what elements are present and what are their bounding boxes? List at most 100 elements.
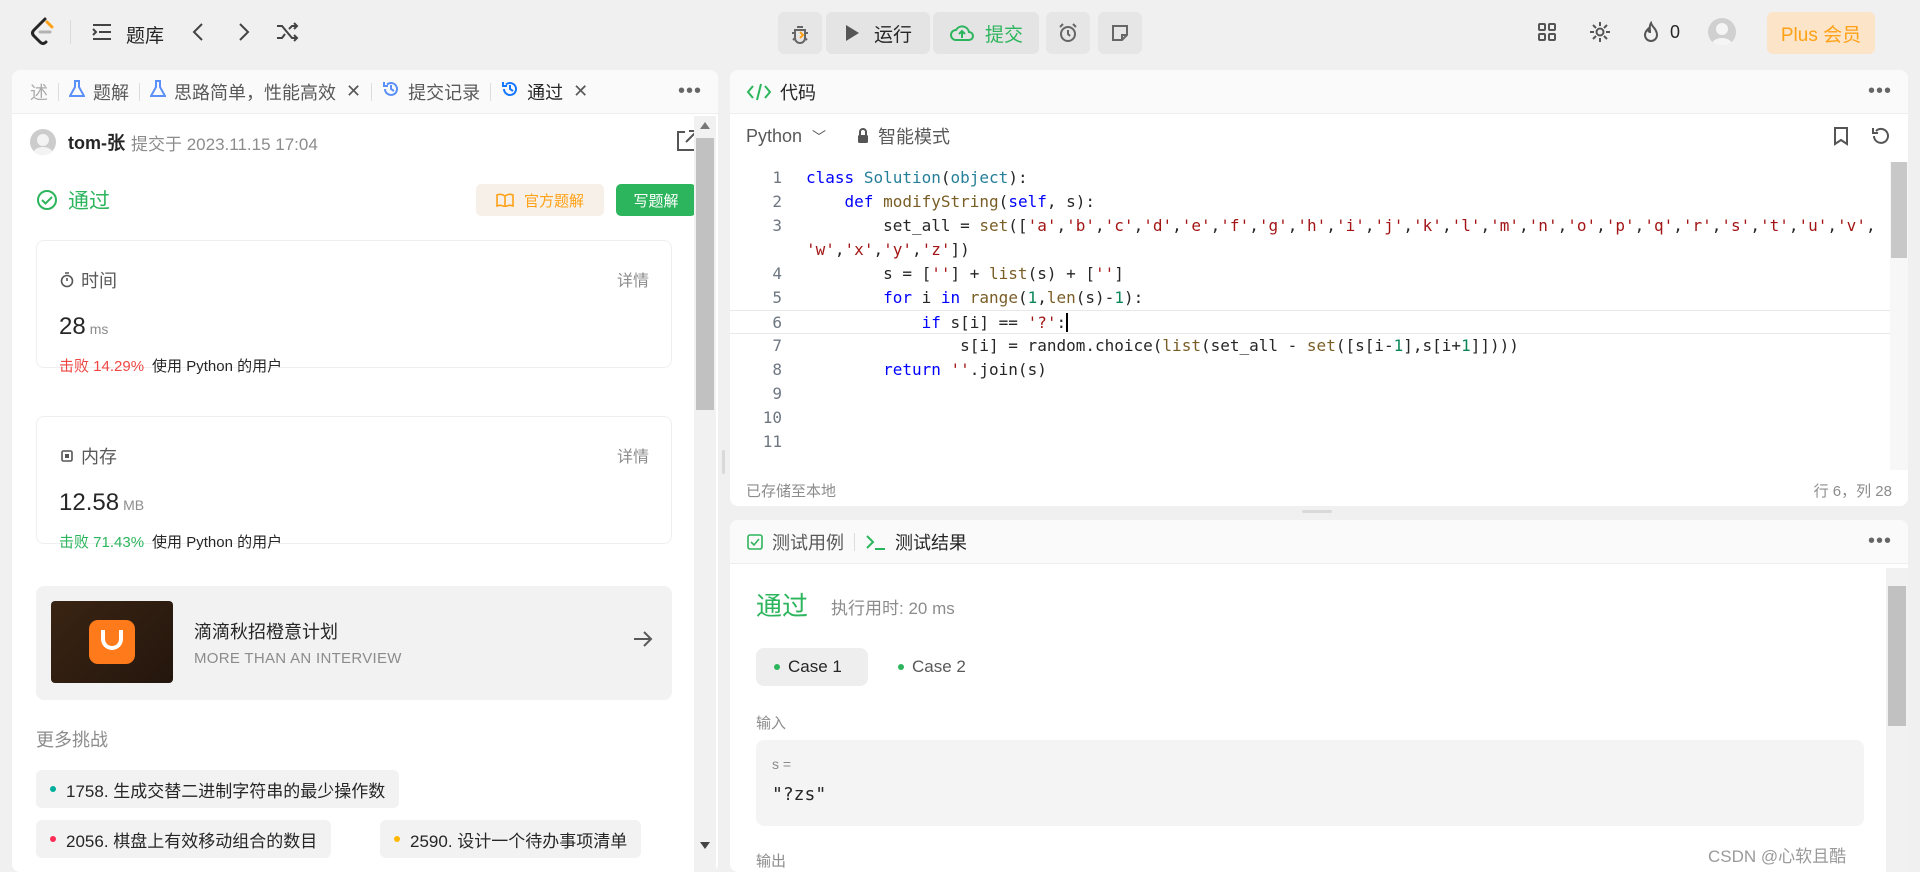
close-icon[interactable]: ✕ [573, 81, 588, 102]
watermark: CSDN @心软且酷 [1708, 847, 1847, 866]
case-2-tab[interactable]: Case 2 [880, 648, 992, 686]
code-line: 7 s[i] = random.choice(list(set_all - se… [730, 334, 1890, 358]
submit-label: 提交 [984, 24, 1023, 46]
input-variable: s = [772, 756, 792, 772]
output-label: 输出 [756, 853, 787, 870]
code-scrollbar-thumb[interactable] [1891, 162, 1907, 258]
chevron-left-icon[interactable] [186, 20, 210, 44]
code-line: 10 [730, 406, 1890, 430]
code-line: 'w','x','y','z']) [806, 240, 970, 259]
line-number: 4 [772, 264, 782, 283]
gear-icon[interactable] [1588, 20, 1612, 44]
result-status: 通过 [756, 591, 809, 621]
avatar[interactable] [1708, 18, 1736, 46]
code-line: 9 [730, 382, 1890, 406]
line-number: 6 [772, 313, 782, 332]
reset-icon[interactable] [1870, 126, 1892, 146]
result-scrollbar-thumb[interactable] [1888, 586, 1906, 726]
cloud-upload-icon [950, 25, 974, 41]
shuffle-icon[interactable] [274, 20, 300, 44]
promo-subtitle: MORE THAN AN INTERVIEW [194, 650, 402, 667]
smart-mode-label: 智能模式 [878, 127, 951, 147]
check-circle-icon [37, 190, 57, 210]
runtime-card[interactable]: 时间 详情 28 ms 击败 14.29% 使用 Python 的用户 [36, 240, 672, 375]
tab-accepted-label: 通过 [527, 82, 564, 103]
language-label: Python [746, 125, 803, 146]
streak-count: 0 [1670, 22, 1681, 42]
challenge-item[interactable]: 2056. 棋盘上有效移动组合的数目 [36, 820, 332, 858]
line-number: 5 [772, 288, 782, 307]
tab-solutions[interactable]: 题解 [59, 70, 139, 114]
runtime-detail-link[interactable]: 详情 [617, 267, 649, 291]
flame-icon[interactable] [1640, 20, 1662, 44]
result-panel: 测试用例 测试结果 ••• 通过 执行用时: 20 ms Case 1 Case… [730, 520, 1908, 872]
tab-solution-article[interactable]: 思路简单，性能高效 ✕ [140, 70, 371, 114]
scroll-up-icon[interactable] [700, 122, 710, 129]
notes-button[interactable] [1098, 12, 1142, 54]
tab-submissions[interactable]: 提交记录 [372, 70, 490, 114]
list-icon[interactable] [90, 20, 114, 44]
code-editor[interactable]: 1 class Solution(object): 2 def modifyStr… [730, 166, 1890, 466]
runtime-beat-text: 使用 Python 的用户 [152, 358, 283, 375]
run-label: 运行 [873, 24, 912, 46]
official-solution-button[interactable]: 官方题解 [476, 184, 604, 216]
tab-accepted[interactable]: 通过 ✕ [491, 70, 598, 114]
memory-value: 12.58 MB [59, 489, 144, 517]
write-solution-button[interactable]: 写题解 [616, 184, 696, 216]
tab-code[interactable]: 代码 [730, 70, 826, 114]
bookmark-icon[interactable] [1832, 126, 1850, 146]
arrow-right-icon [632, 628, 654, 654]
code-toolbar: Python ﹀ 智能模式 [730, 114, 1908, 158]
timer-button[interactable] [1046, 12, 1090, 54]
close-icon[interactable]: ✕ [346, 81, 361, 102]
runtime-unit: ms [89, 321, 109, 337]
cursor-position: 行 6，列 28 [1813, 483, 1892, 500]
pass-dot [774, 664, 780, 670]
tab-description[interactable]: 述 [12, 70, 58, 114]
memory-detail-link[interactable]: 详情 [617, 443, 649, 467]
leetcode-logo-icon[interactable] [28, 16, 58, 48]
code-line: 4 s = [''] + list(s) + [''] [730, 262, 1890, 286]
challenge-item[interactable]: 2590. 设计一个待办事项清单 [380, 820, 642, 858]
smart-mode-toggle[interactable]: 智能模式 [856, 123, 950, 149]
left-tab-bar: 述 题解 思路简单，性能高效 ✕ 提交记录 通过 ✕ ••• [12, 70, 718, 114]
top-bar: 题库 运行 提交 0 Plus 会员 [0, 0, 1920, 64]
more-options-icon[interactable]: ••• [1868, 80, 1892, 103]
promo-banner[interactable]: 滴滴秋招橙意计划 MORE THAN AN INTERVIEW [36, 586, 672, 700]
submit-button[interactable]: 提交 [933, 12, 1039, 54]
terminal-icon [866, 534, 885, 550]
case-1-tab[interactable]: Case 1 [756, 648, 868, 686]
tab-solution-article-label: 思路简单，性能高效 [174, 82, 336, 103]
left-scrollbar-thumb[interactable] [696, 138, 714, 410]
layout-icon[interactable] [1535, 20, 1559, 44]
vertical-resize-handle[interactable] [722, 450, 725, 474]
language-select[interactable]: Python ﹀ [746, 126, 826, 147]
line-number: 3 [772, 216, 782, 235]
pass-dot [898, 664, 904, 670]
debug-button[interactable] [778, 12, 822, 54]
memory-beat: 击败 71.43% 使用 Python 的用户 [59, 531, 282, 552]
line-number: 8 [772, 360, 782, 379]
submitter-name[interactable]: tom-张 [68, 129, 125, 155]
problem-bank-link[interactable]: 题库 [126, 21, 164, 48]
memory-title-label: 内存 [81, 447, 117, 467]
line-number: 10 [762, 408, 782, 427]
tab-testcases[interactable]: 测试用例 [730, 520, 854, 564]
plus-member-button[interactable]: Plus 会员 [1767, 12, 1875, 54]
code-line: 2 def modifyString(self, s): [730, 190, 1890, 214]
more-challenges-title: 更多挑战 [36, 730, 108, 750]
scroll-down-icon[interactable] [700, 842, 710, 849]
code-line: 8 return ''.join(s) [730, 358, 1890, 382]
more-options-icon[interactable]: ••• [1868, 530, 1892, 553]
challenge-item[interactable]: 1758. 生成交替二进制字符串的最少操作数 [36, 770, 400, 808]
horizontal-resize-handle[interactable] [1302, 510, 1332, 513]
checkbox-icon [747, 533, 763, 550]
chevron-right-icon[interactable] [232, 20, 256, 44]
tab-test-results[interactable]: 测试结果 [855, 520, 977, 564]
history-icon [501, 80, 519, 103]
more-options-icon[interactable]: ••• [678, 80, 702, 103]
memory-card[interactable]: 内存 详情 12.58 MB 击败 71.43% 使用 Python 的用户 [36, 416, 672, 551]
run-button[interactable]: 运行 [826, 12, 930, 54]
avatar[interactable] [30, 129, 56, 155]
code-panel: 代码 ••• Python ﹀ 智能模式 1 class Solution(obje… [730, 70, 1908, 506]
